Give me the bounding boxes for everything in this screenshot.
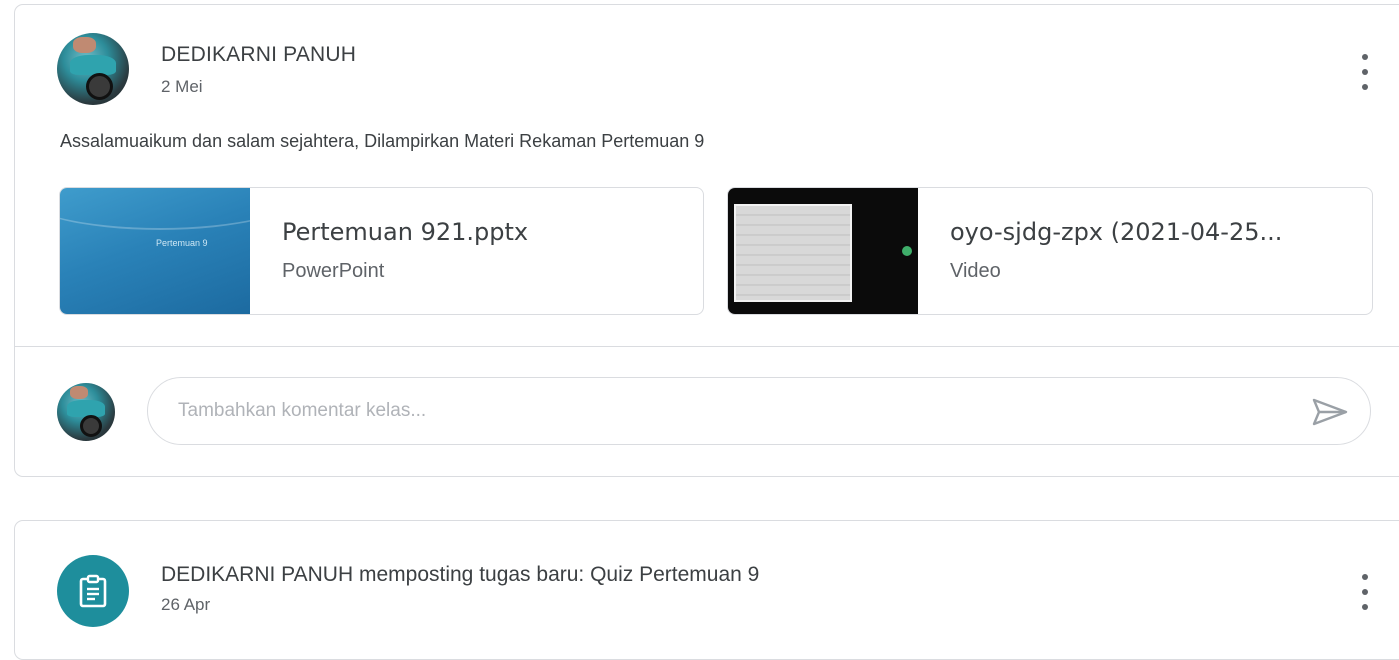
attachment-video[interactable]: oyo-sjdg-zpx (2021-04-25... Video — [727, 187, 1373, 315]
announcement-card: DEDIKARNI PANUH 2 Mei Assalamuaikum dan … — [14, 4, 1399, 477]
commenter-avatar — [57, 383, 115, 441]
comment-input[interactable]: Tambahkan komentar kelas... — [147, 377, 1371, 445]
attachment-type: Video — [950, 260, 1001, 282]
assignment-card[interactable]: DEDIKARNI PANUH memposting tugas baru: Q… — [14, 520, 1399, 660]
attachment-type: PowerPoint — [282, 260, 385, 282]
post-date[interactable]: 2 Mei — [161, 77, 203, 97]
assignment-icon — [57, 555, 129, 627]
assignment-title[interactable]: DEDIKARNI PANUH memposting tugas baru: Q… — [161, 563, 759, 587]
post-author: DEDIKARNI PANUH — [161, 43, 357, 66]
more-options-icon[interactable] — [1355, 54, 1375, 90]
attachment-name: Pertemuan 921.pptx — [282, 218, 529, 246]
powerpoint-thumbnail-icon: Pertemuan 9 — [60, 188, 300, 314]
more-options-icon[interactable] — [1355, 574, 1375, 610]
attachment-name: oyo-sjdg-zpx (2021-04-25... — [950, 218, 1283, 246]
attachment-powerpoint[interactable]: Pertemuan 9 Pertemuan 921.pptx PowerPoin… — [59, 187, 704, 315]
thumbnail-title: Pertemuan 9 — [156, 238, 208, 248]
post-text: Assalamuaikum dan salam sejahtera, Dilam… — [60, 131, 705, 151]
video-thumbnail-icon — [728, 188, 918, 314]
send-icon[interactable] — [1311, 397, 1349, 427]
assignment-date: 26 Apr — [161, 595, 211, 614]
author-avatar[interactable] — [57, 33, 129, 105]
divider — [15, 346, 1399, 347]
